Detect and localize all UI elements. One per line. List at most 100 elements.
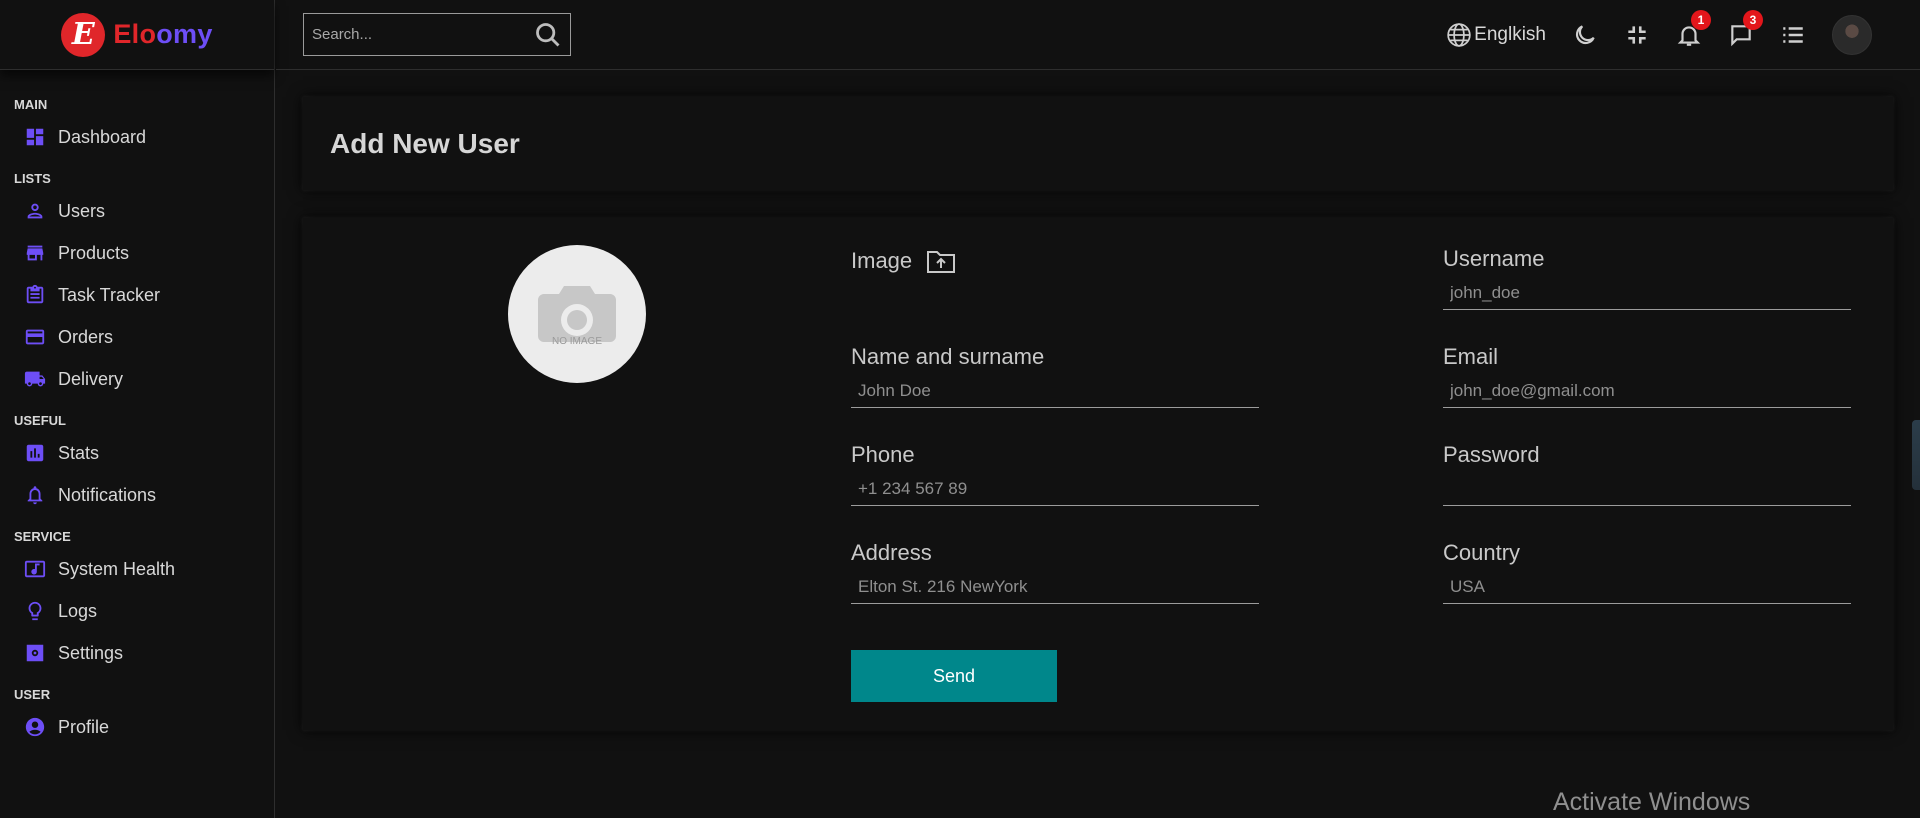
password-field: Password [1443,442,1851,506]
country-field: Country [1443,540,1851,604]
sidebar-item-dashboard[interactable]: Dashboard [0,116,274,158]
edge-side-widget[interactable] [1912,420,1920,490]
sidebar-item-label: Settings [58,642,124,663]
sidebar-item-label: Products [58,242,130,263]
phone-input[interactable] [851,472,1259,506]
sidebar-item-users[interactable]: Users [0,190,274,232]
image-preview: NO IMAGE [508,245,646,383]
sidebar-item-task-tracker[interactable]: Task Tracker [0,274,274,316]
section-title-useful: USEFUL [14,413,66,428]
sidebar-item-label: Delivery [58,368,124,389]
notifications-button[interactable]: 1 [1676,10,1711,48]
logo-text: Eloomy [113,19,212,50]
settings-icon [26,644,44,662]
image-upload[interactable]: Image [851,248,956,274]
email-field: Email [1443,344,1851,408]
phone-label: Phone [851,442,915,467]
camera-icon [538,285,616,342]
email-input[interactable] [1443,374,1851,408]
topbar-icons: Englkish 1 3 [1446,0,1920,70]
email-label: Email [1443,344,1499,369]
address-field: Address [851,540,1259,604]
no-image-text: NO IMAGE [551,335,602,347]
country-label: Country [1443,540,1521,565]
username-label: Username [1443,246,1545,271]
name-field: Name and surname [851,344,1259,408]
logo-text-suffix: omy [156,19,213,49]
fullscreen-exit-button[interactable] [1624,22,1650,48]
password-input[interactable] [1443,472,1851,506]
name-label: Name and surname [851,344,1045,369]
sidebar-item-orders[interactable]: Orders [0,316,274,358]
username-input[interactable] [1443,276,1851,310]
password-label: Password [1443,442,1540,467]
sidebar-item-stats[interactable]: Stats [0,432,274,474]
sidebar-item-delivery[interactable]: Delivery [0,358,274,400]
profile-icon [25,717,45,737]
section-title-lists: LISTS [14,171,51,186]
phone-field: Phone [851,442,1259,506]
globe-icon [1447,23,1471,47]
dark-mode-toggle[interactable] [1572,22,1598,48]
search-input[interactable] [304,14,534,55]
sidebar-item-profile[interactable]: Profile [0,706,274,748]
user-icon [27,203,43,219]
section-title-user: USER [14,687,51,702]
sidebar-item-settings[interactable]: Settings [0,632,274,674]
dashboard-icon [26,128,44,146]
psychology-icon [28,601,42,621]
sidebar-item-label: Orders [58,326,114,347]
sidebar-menu: MAIN Dashboard LISTS Users Products Task… [0,70,274,748]
sidebar-item-label: Stats [58,442,100,463]
notifications-badge: 1 [1691,10,1711,30]
language-selector[interactable]: Englkish [1446,22,1546,48]
send-button[interactable]: Send [851,650,1057,702]
list-icon [1783,27,1803,43]
search-icon[interactable] [534,21,562,49]
credit-card-icon [25,329,45,345]
logo[interactable]: E Eloomy [0,0,274,70]
search-box [303,13,571,56]
country-input[interactable] [1443,570,1851,604]
username-field: Username [1443,246,1851,310]
page-title-card: Add New User [303,97,1893,190]
chart-icon [26,444,44,462]
logo-badge-icon: E [61,12,106,57]
messages-button[interactable]: 3 [1728,10,1763,48]
bell-icon [27,486,43,505]
truck-icon [24,371,46,387]
add-user-form: NO IMAGE Image Username Name and surname… [303,218,1893,730]
sidebar-item-label: Notifications [58,484,157,505]
activate-windows-watermark: Activate Windows [1553,788,1751,816]
cloud-icon [24,560,46,578]
section-title-main: MAIN [14,97,48,112]
sidebar-item-label: Logs [58,600,98,621]
name-input[interactable] [851,374,1259,408]
address-label: Address [851,540,932,565]
image-label: Image [851,248,913,273]
sidebar: E Eloomy MAIN Dashboard LISTS Users Prod… [0,0,275,818]
sidebar-item-label: Profile [58,716,110,737]
logo-text-prefix: Elo [113,19,157,49]
language-label: Englkish [1474,24,1546,45]
messages-badge: 3 [1743,10,1763,30]
page-title: Add New User [330,127,520,159]
moon-icon [1575,25,1595,45]
clipboard-icon [26,284,44,304]
address-input[interactable] [851,570,1259,604]
avatar[interactable] [1832,15,1872,55]
upload-folder-icon[interactable] [926,248,956,274]
section-title-service: SERVICE [14,529,71,544]
list-menu-button[interactable] [1780,22,1806,48]
fullscreen-exit-icon [1628,26,1646,44]
store-icon [26,245,44,261]
sidebar-item-logs[interactable]: Logs [0,590,274,632]
topbar: Englkish 1 3 [276,0,1920,70]
sidebar-item-label: Task Tracker [58,284,161,305]
sidebar-item-notifications[interactable]: Notifications [0,474,274,516]
sidebar-item-products[interactable]: Products [0,232,274,274]
sidebar-item-label: System Health [58,558,176,579]
sidebar-item-label: Dashboard [58,126,147,147]
app: E Eloomy MAIN Dashboard LISTS Users Prod… [0,0,1920,818]
sidebar-item-system-health[interactable]: System Health [0,548,274,590]
